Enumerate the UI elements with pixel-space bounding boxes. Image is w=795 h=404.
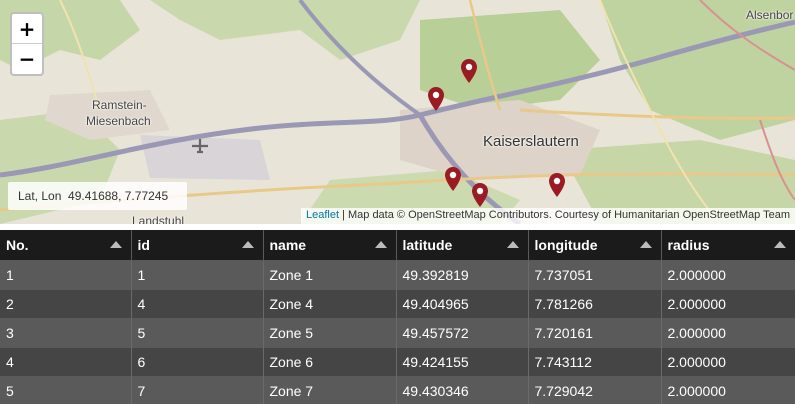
cell-id: 7	[131, 375, 264, 404]
column-label: longitude	[534, 236, 598, 253]
cell-latitude: 49.430346	[396, 375, 529, 404]
cell-id: 1	[131, 259, 264, 289]
table-row[interactable]: 5 7 Zone 7 49.430346 7.729042 2.000000	[0, 375, 795, 404]
cell-id: 5	[131, 317, 264, 347]
place-label-miesenbach: Miesenbach	[86, 114, 151, 128]
cell-radius: 2.000000	[661, 375, 795, 404]
attribution-text: | Map data © OpenStreetMap Contributors.…	[339, 209, 790, 221]
map-marker-icon[interactable]	[460, 58, 478, 84]
table-header-row: No. id name latitude longitude radius	[0, 230, 795, 260]
column-header-radius[interactable]: radius	[661, 230, 795, 260]
column-header-name[interactable]: name	[263, 230, 397, 260]
cell-id: 4	[131, 288, 264, 318]
zoom-in-button[interactable]: +	[12, 14, 42, 44]
cell-name: Zone 6	[263, 346, 397, 376]
table-row[interactable]: 2 4 Zone 4 49.404965 7.781266 2.000000	[0, 288, 795, 318]
cell-radius: 2.000000	[661, 317, 795, 347]
cell-no: 4	[0, 346, 132, 376]
map-marker-icon[interactable]	[427, 86, 445, 112]
sort-arrow-icon[interactable]	[773, 241, 786, 248]
cell-id: 6	[131, 346, 264, 376]
cell-longitude: 7.737051	[528, 259, 662, 289]
column-label: No.	[6, 236, 29, 253]
cell-name: Zone 5	[263, 317, 397, 347]
map-view[interactable]: Ramstein- Miesenbach Kaiserslautern Alse…	[0, 0, 795, 224]
cell-latitude: 49.424155	[396, 346, 529, 376]
cell-no: 1	[0, 259, 132, 289]
cell-no: 2	[0, 288, 132, 318]
cell-no: 3	[0, 317, 132, 347]
cell-latitude: 49.392819	[396, 259, 529, 289]
cell-latitude: 49.404965	[396, 288, 529, 318]
cell-name: Zone 4	[263, 288, 397, 318]
map-marker-icon[interactable]	[444, 166, 462, 192]
column-header-id[interactable]: id	[131, 230, 264, 260]
zoom-out-button[interactable]: −	[12, 44, 42, 74]
column-header-latitude[interactable]: latitude	[396, 230, 529, 260]
table-row[interactable]: 1 1 Zone 1 49.392819 7.737051 2.000000	[0, 259, 795, 289]
map-marker-icon[interactable]	[471, 182, 489, 208]
column-header-longitude[interactable]: longitude	[528, 230, 662, 260]
sort-arrow-icon[interactable]	[374, 241, 387, 248]
table-row[interactable]: 3 5 Zone 5 49.457572 7.720161 2.000000	[0, 317, 795, 347]
sort-arrow-icon[interactable]	[109, 241, 122, 248]
place-label-landstuhl: Landstuhl	[132, 214, 185, 224]
sort-arrow-icon[interactable]	[241, 241, 254, 248]
coordinates-readout: Lat, Lon 49.41688, 7.77245	[8, 182, 187, 210]
column-header-no[interactable]: No.	[0, 230, 132, 260]
sort-arrow-icon[interactable]	[506, 241, 519, 248]
cell-longitude: 7.743112	[528, 346, 662, 376]
column-label: radius	[667, 236, 710, 253]
cell-latitude: 49.457572	[396, 317, 529, 347]
cell-radius: 2.000000	[661, 346, 795, 376]
place-label-alsenborn: Alsenbor	[746, 8, 794, 22]
zones-table: No. id name latitude longitude radius 1 …	[0, 230, 795, 404]
zoom-control: + −	[10, 12, 44, 76]
place-label-kaiserslautern: Kaiserslautern	[483, 133, 579, 150]
place-label-ramstein: Ramstein-	[92, 98, 147, 112]
cell-name: Zone 7	[263, 375, 397, 404]
cell-name: Zone 1	[263, 259, 397, 289]
cell-radius: 2.000000	[661, 288, 795, 318]
leaflet-link[interactable]: Leaflet	[306, 209, 339, 221]
map-marker-icon[interactable]	[548, 172, 566, 198]
sort-arrow-icon[interactable]	[639, 241, 652, 248]
column-label: latitude	[402, 236, 453, 253]
cell-longitude: 7.781266	[528, 288, 662, 318]
cell-longitude: 7.720161	[528, 317, 662, 347]
table-row[interactable]: 4 6 Zone 6 49.424155 7.743112 2.000000	[0, 346, 795, 376]
cell-radius: 2.000000	[661, 259, 795, 289]
column-label: name	[269, 236, 307, 253]
cell-longitude: 7.729042	[528, 375, 662, 404]
column-label: id	[137, 236, 150, 253]
cell-no: 5	[0, 375, 132, 404]
map-attribution: Leaflet | Map data © OpenStreetMap Contr…	[300, 208, 795, 224]
